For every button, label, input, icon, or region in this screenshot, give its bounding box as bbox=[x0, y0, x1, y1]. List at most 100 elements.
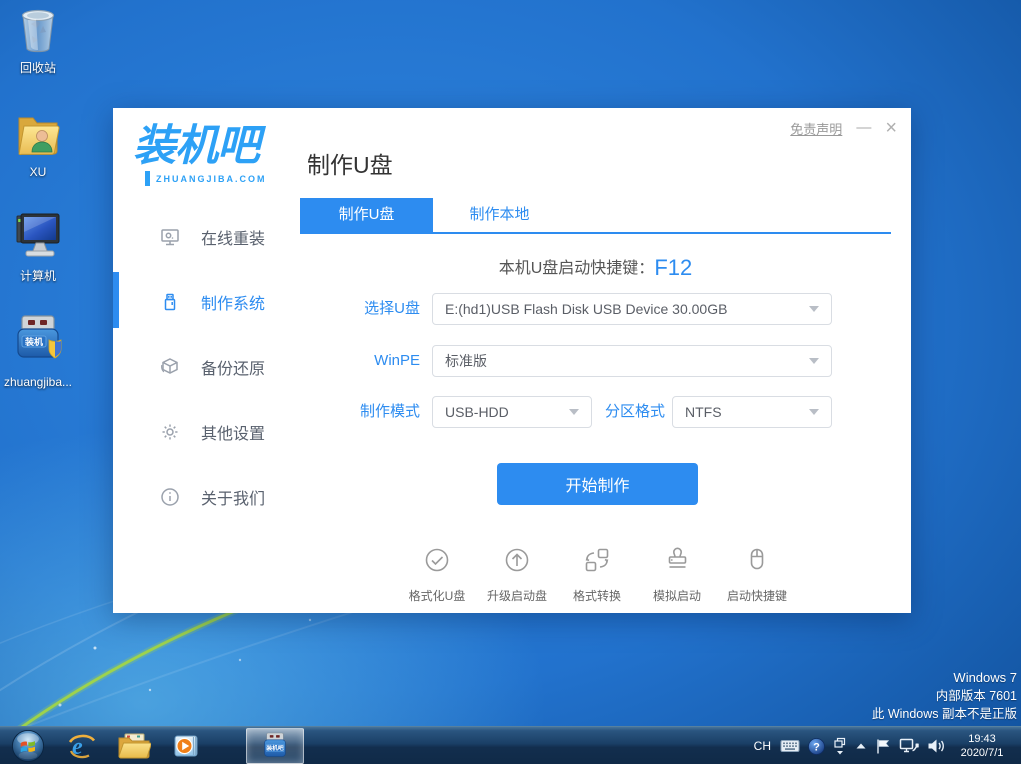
partition-format-dropdown[interactable]: NTFS bbox=[672, 396, 832, 428]
tool-simulate-boot[interactable]: 模拟启动 bbox=[637, 545, 717, 604]
keyboard-layout-icon[interactable] bbox=[776, 727, 804, 765]
input-language-indicator[interactable]: CH bbox=[749, 727, 776, 765]
make-mode-label: 制作模式 bbox=[313, 396, 420, 428]
network-status-icon[interactable] bbox=[895, 727, 923, 765]
language-bar-options-icon[interactable] bbox=[829, 727, 851, 765]
tool-label: 模拟启动 bbox=[637, 587, 717, 604]
info-icon bbox=[159, 486, 181, 508]
winpe-dropdown[interactable]: 标准版 bbox=[432, 345, 832, 377]
system-tray: CH ? bbox=[749, 727, 1021, 765]
disclaimer-link[interactable]: 免责声明 bbox=[790, 119, 842, 138]
usb-select-dropdown[interactable]: E:(hd1)USB Flash Disk USB Device 30.00GB bbox=[432, 293, 832, 325]
windows-start-icon bbox=[11, 729, 45, 763]
backup-cube-icon bbox=[159, 356, 181, 378]
monitor-icon bbox=[159, 226, 181, 248]
desktop-icon-xu-folder[interactable]: XU bbox=[0, 110, 76, 179]
convert-icon bbox=[582, 545, 612, 575]
app-logo-domain: ZHUANGJIBA.COM bbox=[156, 174, 267, 184]
boot-hotkey-line: 本机U盘启动快捷键：F12 bbox=[300, 254, 891, 281]
svg-text:?: ? bbox=[813, 741, 820, 753]
desktop-icon-label: zhuangjiba... bbox=[0, 376, 76, 389]
boot-hotkey-label: 本机U盘启动快捷键： bbox=[499, 260, 655, 277]
desktop-icon-label: 回收站 bbox=[0, 62, 76, 75]
taskbar-zhuangjiba-app[interactable]: 装机吧 bbox=[246, 728, 304, 764]
minimize-button[interactable]: — bbox=[856, 118, 871, 138]
desktop-icon-zhuangjiba[interactable]: 装机 zhuangjiba... bbox=[0, 314, 76, 389]
internet-explorer-icon: e bbox=[67, 731, 97, 761]
taskbar: e bbox=[0, 726, 1021, 764]
action-center-flag-icon[interactable] bbox=[871, 727, 895, 765]
zhuangjiba-app-window: 装机吧 ZHUANGJIBA.COM 制作U盘 免责声明 — × 在线重装 制作… bbox=[113, 108, 911, 613]
volume-icon[interactable] bbox=[923, 727, 949, 765]
sidebar-item-other-settings[interactable]: 其他设置 bbox=[113, 414, 303, 450]
usb-drive-icon bbox=[159, 291, 181, 313]
svg-text:装机: 装机 bbox=[24, 336, 43, 347]
gear-icon bbox=[159, 421, 181, 443]
taskbar-media-player-button[interactable] bbox=[160, 727, 212, 765]
sidebar-item-about-us[interactable]: 关于我们 bbox=[113, 479, 303, 515]
watermark-line: 内部版本 7601 bbox=[872, 687, 1017, 705]
input-help-icon[interactable]: ? bbox=[804, 727, 829, 765]
tool-boot-hotkey[interactable]: 启动快捷键 bbox=[717, 545, 797, 604]
sidebar-item-label: 备份还原 bbox=[201, 355, 265, 379]
chevron-down-icon bbox=[809, 409, 819, 415]
partition-format-value: NTFS bbox=[685, 404, 722, 420]
usb-select-value: E:(hd1)USB Flash Disk USB Device 30.00GB bbox=[445, 301, 727, 317]
sidebar-item-label: 其他设置 bbox=[201, 420, 265, 444]
tool-upgrade-boot-disk[interactable]: 升级启动盘 bbox=[477, 545, 557, 604]
tools-row: 格式化U盘 升级启动盘 格式转换 模拟启动 bbox=[397, 545, 797, 604]
usb-app-icon: 装机吧 bbox=[262, 731, 288, 761]
start-button-orb[interactable] bbox=[0, 727, 56, 765]
recycle-bin-icon bbox=[16, 6, 60, 54]
taskbar-clock[interactable]: 19:43 2020/7/1 bbox=[949, 732, 1021, 760]
check-circle-icon bbox=[422, 545, 452, 575]
taskbar-ie-button[interactable]: e bbox=[56, 727, 108, 765]
logo-bar bbox=[145, 171, 150, 186]
watermark-line: Windows 7 bbox=[872, 669, 1017, 687]
tool-label: 启动快捷键 bbox=[717, 587, 797, 604]
desktop-icon-recycle-bin[interactable]: 回收站 bbox=[0, 6, 76, 75]
page-title: 制作U盘 bbox=[307, 146, 393, 180]
usb-select-label: 选择U盘 bbox=[313, 293, 420, 325]
tool-format-convert[interactable]: 格式转换 bbox=[557, 545, 637, 604]
desktop-icon-computer[interactable]: 计算机 bbox=[0, 212, 76, 283]
tab-make-local[interactable]: 制作本地 bbox=[433, 198, 566, 232]
close-button[interactable]: × bbox=[885, 118, 897, 138]
tab-underline bbox=[300, 232, 891, 234]
media-player-icon bbox=[171, 731, 201, 761]
tool-label: 升级启动盘 bbox=[477, 587, 557, 604]
app-logo-text: 装机吧 bbox=[133, 122, 293, 170]
partition-format-label: 分区格式 bbox=[578, 396, 665, 428]
windows-watermark: Windows 7 内部版本 7601 此 Windows 副本不是正版 bbox=[872, 669, 1017, 723]
sidebar-item-label: 关于我们 bbox=[201, 485, 265, 509]
tool-format-usb[interactable]: 格式化U盘 bbox=[397, 545, 477, 604]
start-make-button[interactable]: 开始制作 bbox=[497, 463, 698, 505]
clock-date: 2020/7/1 bbox=[949, 746, 1015, 760]
sidebar-item-label: 在线重装 bbox=[201, 225, 265, 249]
sidebar-item-make-system[interactable]: 制作系统 bbox=[113, 284, 303, 320]
desktop-icon-label: 计算机 bbox=[0, 270, 76, 283]
taskbar-explorer-button[interactable] bbox=[108, 727, 160, 765]
sidebar-item-online-reinstall[interactable]: 在线重装 bbox=[113, 219, 303, 255]
make-mode-dropdown[interactable]: USB-HDD bbox=[432, 396, 592, 428]
usb-app-icon: 装机 bbox=[13, 314, 63, 368]
stamp-icon bbox=[662, 545, 692, 575]
sidebar-item-backup-restore[interactable]: 备份还原 bbox=[113, 349, 303, 385]
show-hidden-icons-button[interactable] bbox=[851, 727, 871, 765]
chevron-down-icon bbox=[809, 306, 819, 312]
tab-label: 制作本地 bbox=[469, 206, 529, 223]
mouse-icon bbox=[742, 545, 772, 575]
tab-make-usb[interactable]: 制作U盘 bbox=[300, 198, 433, 232]
boot-hotkey-value: F12 bbox=[654, 255, 692, 280]
tool-label: 格式化U盘 bbox=[397, 587, 477, 604]
user-folder-icon bbox=[15, 110, 61, 158]
winpe-value: 标准版 bbox=[445, 351, 487, 371]
watermark-line: 此 Windows 副本不是正版 bbox=[872, 705, 1017, 723]
tab-label: 制作U盘 bbox=[339, 206, 395, 223]
tool-label: 格式转换 bbox=[557, 587, 637, 604]
sidebar-item-label: 制作系统 bbox=[201, 290, 265, 314]
make-mode-value: USB-HDD bbox=[445, 404, 509, 420]
app-logo: 装机吧 ZHUANGJIBA.COM bbox=[133, 122, 293, 186]
clock-time: 19:43 bbox=[949, 732, 1015, 746]
desktop-icon-label: XU bbox=[0, 166, 76, 179]
